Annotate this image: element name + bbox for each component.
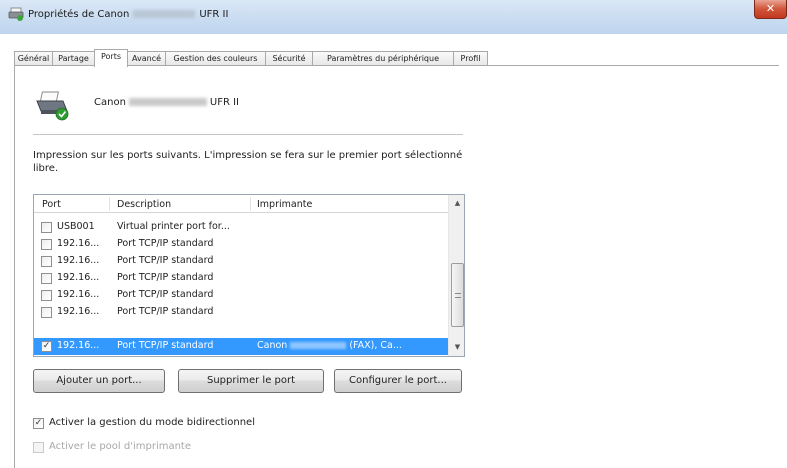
title-bar[interactable]: Propriétés de Canon UFR II ✕ bbox=[0, 0, 787, 34]
port-checkbox[interactable] bbox=[41, 290, 52, 301]
table-row[interactable]: USB001 Virtual printer port for... bbox=[34, 219, 448, 236]
column-divider bbox=[109, 197, 110, 211]
printer-name: Canon UFR II bbox=[94, 97, 239, 108]
port-name: 192.16... bbox=[57, 255, 100, 266]
column-header-printer[interactable]: Imprimante bbox=[257, 199, 312, 210]
port-description: Port TCP/IP standard bbox=[117, 289, 214, 300]
pooling-checkbox bbox=[33, 442, 44, 453]
port-checkbox[interactable] bbox=[41, 307, 52, 318]
port-description: Port TCP/IP standard bbox=[117, 238, 214, 249]
vertical-scrollbar[interactable]: ▲ ▼ bbox=[448, 195, 464, 356]
window-title: Propriétés de Canon UFR II bbox=[28, 9, 228, 20]
printer-name-prefix: Canon bbox=[94, 97, 126, 108]
column-header-port[interactable]: Port bbox=[42, 199, 61, 210]
port-checkbox[interactable] bbox=[41, 222, 52, 233]
scrollbar-thumb[interactable] bbox=[451, 263, 464, 327]
port-description: Port TCP/IP standard bbox=[117, 272, 214, 283]
column-header-description[interactable]: Description bbox=[117, 199, 171, 210]
tab-security[interactable]: Sécurité bbox=[265, 51, 313, 66]
table-row[interactable]: 192.16... Port TCP/IP standard bbox=[34, 270, 448, 287]
tab-ports[interactable]: Ports bbox=[94, 49, 128, 67]
printer-icon bbox=[8, 7, 24, 21]
bidirectional-checkbox[interactable]: ✓ bbox=[33, 418, 44, 429]
port-description: Port TCP/IP standard bbox=[117, 340, 214, 351]
window-title-suffix: UFR II bbox=[199, 9, 229, 20]
tab-general[interactable]: Général bbox=[14, 51, 53, 66]
delete-port-button[interactable]: Supprimer le port bbox=[178, 369, 324, 393]
port-name: USB001 bbox=[57, 221, 95, 232]
printer-name-suffix: UFR II bbox=[209, 97, 240, 108]
tab-device-settings[interactable]: Paramètres du périphérique bbox=[312, 51, 454, 66]
tab-sharing[interactable]: Partage bbox=[52, 51, 95, 66]
instructions-text: Impression sur les ports suivants. L'imp… bbox=[33, 150, 463, 174]
redacted-model bbox=[290, 342, 347, 349]
port-printer: Canon (FAX), Ca... bbox=[257, 340, 402, 351]
close-button[interactable]: ✕ bbox=[754, 0, 787, 19]
port-checkbox[interactable] bbox=[41, 256, 52, 267]
pooling-label: Activer le pool d'imprimante bbox=[49, 441, 192, 452]
port-name: 192.16... bbox=[57, 238, 100, 249]
port-printer-prefix: Canon bbox=[257, 340, 288, 351]
port-name: 192.16... bbox=[57, 340, 100, 351]
port-checkbox[interactable] bbox=[41, 239, 52, 250]
configure-port-button[interactable]: Configurer le port... bbox=[334, 369, 462, 393]
port-name: 192.16... bbox=[57, 306, 100, 317]
printer-properties-window: Propriétés de Canon UFR II ✕ Général Part… bbox=[0, 0, 787, 468]
table-row-selected[interactable]: ✓ 192.16... Port TCP/IP standard Canon (F… bbox=[34, 338, 448, 355]
port-description: Virtual printer port for... bbox=[117, 221, 230, 232]
list-header: Port Description Imprimante bbox=[34, 195, 448, 213]
port-list[interactable]: Port Description Imprimante USB001 Virtu… bbox=[33, 194, 465, 357]
chevron-down-icon[interactable]: ▼ bbox=[449, 339, 464, 356]
add-port-button[interactable]: Ajouter un port... bbox=[33, 369, 165, 393]
tab-advanced[interactable]: Avancé bbox=[127, 51, 166, 66]
tab-color-management[interactable]: Gestion des couleurs bbox=[165, 51, 266, 66]
redacted-model bbox=[128, 98, 207, 106]
port-description: Port TCP/IP standard bbox=[117, 255, 214, 266]
port-checkbox-checked[interactable]: ✓ bbox=[41, 341, 52, 352]
port-description: Port TCP/IP standard bbox=[117, 306, 214, 317]
column-divider bbox=[250, 197, 251, 211]
table-row[interactable]: 192.16... Port TCP/IP standard bbox=[34, 287, 448, 304]
port-checkbox[interactable] bbox=[41, 273, 52, 284]
redacted-model bbox=[133, 10, 196, 18]
port-name: 192.16... bbox=[57, 272, 100, 283]
port-name: 192.16... bbox=[57, 289, 100, 300]
chevron-up-icon[interactable]: ▲ bbox=[449, 195, 464, 212]
table-row[interactable]: 192.16... Port TCP/IP standard bbox=[34, 236, 448, 253]
printer-ok-icon bbox=[36, 91, 69, 121]
grip-icon bbox=[455, 293, 461, 298]
port-printer-suffix: (FAX), Ca... bbox=[349, 340, 402, 351]
table-row[interactable]: 192.16... Port TCP/IP standard bbox=[34, 253, 448, 270]
bidirectional-label: Activer la gestion du mode bidirectionne… bbox=[49, 417, 255, 428]
tab-profile[interactable]: Profil bbox=[453, 51, 488, 66]
window-title-prefix: Propriétés de Canon bbox=[28, 9, 130, 20]
separator-line bbox=[33, 134, 463, 135]
table-row[interactable]: 192.16... Port TCP/IP standard bbox=[34, 304, 448, 321]
